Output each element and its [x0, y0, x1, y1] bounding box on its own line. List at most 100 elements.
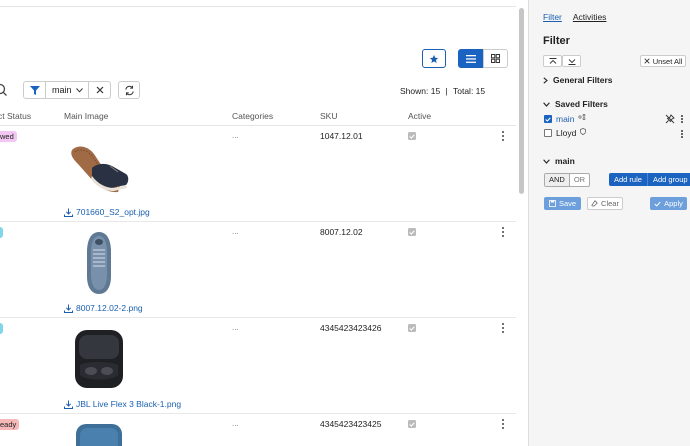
sku-cell: 4345423423425 — [320, 419, 382, 429]
refresh-icon — [124, 85, 134, 95]
list-view-button[interactable] — [458, 49, 483, 68]
clear-button[interactable]: Clear — [587, 197, 623, 210]
shield-icon — [580, 127, 587, 135]
expand-all-button[interactable] — [562, 55, 581, 67]
column-header-categories[interactable]: Categories — [232, 111, 273, 121]
status-badge — [0, 323, 3, 334]
tab-activities[interactable]: Activities — [573, 12, 607, 22]
add-rule-button[interactable]: Add rule — [609, 173, 648, 186]
saved-filter-main-more-menu[interactable] — [680, 114, 684, 124]
saved-filters-label: Saved Filters — [555, 99, 608, 109]
clear-filter-button[interactable] — [88, 82, 110, 98]
file-name: 701660_S2_opt.jpg — [76, 207, 150, 217]
share-icon — [578, 113, 586, 120]
sku-cell: 4345423423426 — [320, 323, 382, 333]
close-icon — [96, 86, 103, 94]
add-group-button[interactable]: Add group — [648, 173, 690, 186]
count-separator: | — [445, 86, 448, 96]
tab-filter[interactable]: Filter — [543, 12, 562, 22]
status-badge — [0, 227, 3, 238]
filter-selector[interactable]: main — [23, 81, 111, 99]
column-header-sku[interactable]: SKU — [320, 111, 337, 121]
active-checkbox — [408, 420, 416, 428]
row-more-menu[interactable] — [500, 322, 506, 334]
apply-button[interactable]: Apply — [650, 197, 687, 210]
column-header-main-image[interactable]: Main Image — [64, 111, 108, 121]
general-filters-label: General Filters — [553, 75, 613, 85]
filter-panel: Filter Activities Filter Unset All Gener… — [528, 0, 690, 446]
and-or-toggle[interactable]: AND OR — [544, 173, 591, 187]
table-row[interactable]: 8007.12.02-2.png ... 8007.12.02 — [0, 222, 516, 318]
column-header-status[interactable]: ct Status — [0, 111, 31, 121]
row-more-menu[interactable] — [500, 418, 506, 430]
search-icon[interactable] — [0, 82, 10, 98]
product-image[interactable] — [64, 326, 134, 392]
checkmark-icon — [409, 422, 415, 427]
list-icon — [465, 54, 476, 63]
vertical-scrollbar[interactable] — [519, 8, 524, 194]
refresh-button[interactable] — [118, 81, 140, 99]
chevron-down-icon — [543, 158, 550, 164]
filter-group-toggle[interactable]: main — [543, 156, 575, 166]
save-label: Save — [558, 199, 577, 208]
download-file-link[interactable]: 701660_S2_opt.jpg — [64, 207, 150, 217]
sneaker-icon — [87, 232, 111, 294]
bookmark-star-button[interactable] — [422, 49, 446, 68]
checkmark-icon — [409, 326, 415, 331]
active-checkbox — [408, 324, 416, 332]
column-header-active[interactable]: Active — [408, 111, 431, 121]
saved-filter-lloyd[interactable]: Lloyd — [544, 127, 587, 138]
result-count: Shown: 15 | Total: 15 — [400, 86, 485, 96]
general-filters-toggle[interactable]: General Filters — [543, 75, 613, 85]
divider — [0, 6, 516, 7]
file-name: JBL Live Flex 3 Black-1.png — [76, 399, 182, 409]
categories-cell: ... — [232, 227, 239, 236]
categories-cell: ... — [232, 323, 239, 332]
status-badge: wed — [0, 131, 17, 142]
active-checkbox — [408, 228, 416, 236]
total-count: Total: 15 — [452, 86, 486, 96]
shoe-icon — [71, 146, 129, 193]
categories-cell: ... — [232, 419, 239, 428]
or-button[interactable]: OR — [570, 174, 589, 186]
panel-tabs: Filter Activities — [543, 12, 606, 22]
and-button[interactable]: AND — [545, 174, 570, 186]
product-image[interactable] — [64, 134, 134, 200]
saved-filter-lloyd-checkbox[interactable] — [544, 129, 552, 137]
chevron-down-icon — [543, 101, 550, 107]
apply-label: Apply — [664, 199, 683, 208]
saved-filter-main-label: main — [556, 114, 575, 124]
unset-all-button[interactable]: Unset All — [640, 55, 686, 67]
table-row[interactable]: eady ... 4345423423425 — [0, 414, 516, 446]
save-icon — [549, 200, 556, 207]
grid-view-button[interactable] — [483, 49, 508, 68]
row-more-menu[interactable] — [500, 226, 506, 238]
download-file-link[interactable]: JBL Live Flex 3 Black-1.png — [64, 399, 181, 409]
grid-icon — [491, 54, 500, 63]
table-row[interactable]: wed 701660_S2_opt.jpg ... 1047.12.01 — [0, 126, 516, 222]
star-icon — [429, 54, 439, 63]
row-more-menu[interactable] — [500, 130, 506, 142]
earbuds-case-icon — [75, 330, 123, 388]
unpin-icon[interactable] — [665, 114, 675, 124]
download-file-link[interactable]: 8007.12.02-2.png — [64, 303, 143, 313]
download-icon — [64, 400, 73, 409]
product-image[interactable] — [64, 230, 134, 296]
table-row[interactable]: JBL Live Flex 3 Black-1.png ... 43454234… — [0, 318, 516, 414]
earbuds-case-blue-icon — [76, 424, 122, 446]
save-button[interactable]: Save — [544, 197, 581, 210]
file-name: 8007.12.02-2.png — [76, 303, 143, 313]
saved-filter-main[interactable]: main — [544, 113, 586, 124]
table-header: ct Status Main Image Categories SKU Acti… — [0, 107, 516, 126]
saved-filters-toggle[interactable]: Saved Filters — [543, 99, 608, 109]
product-image[interactable] — [64, 422, 134, 446]
expand-down-icon — [568, 58, 575, 65]
download-icon — [64, 208, 73, 217]
eraser-icon — [591, 200, 598, 207]
collapse-all-button[interactable] — [543, 55, 562, 67]
saved-filter-main-checkbox[interactable] — [544, 115, 552, 123]
filter-group-title: main — [555, 156, 575, 166]
checkmark-icon — [409, 230, 415, 235]
saved-filter-lloyd-more-menu[interactable] — [680, 129, 684, 139]
filter-select[interactable]: main — [46, 85, 88, 95]
